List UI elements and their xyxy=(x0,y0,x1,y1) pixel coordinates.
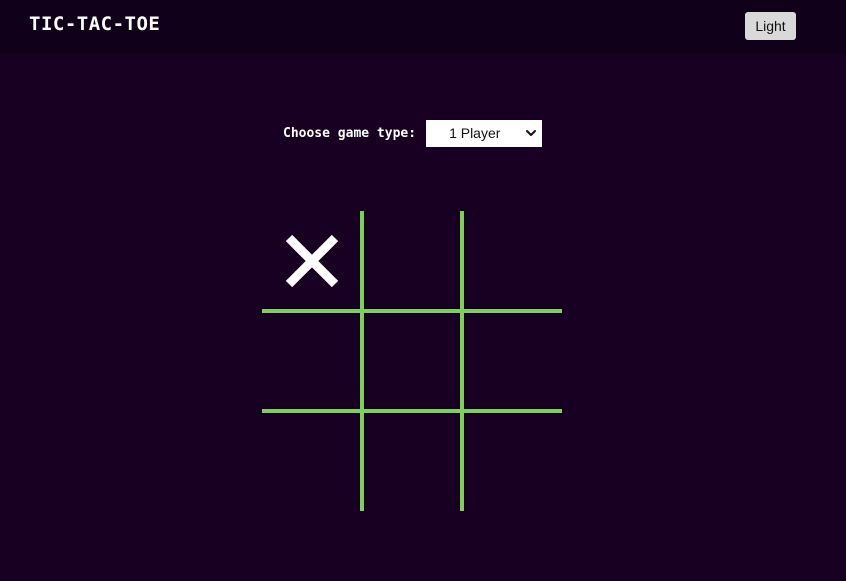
board-cell-7[interactable] xyxy=(262,411,362,511)
game-board xyxy=(262,211,562,511)
board-cell-5[interactable] xyxy=(362,311,462,411)
game-type-select[interactable]: 1 Player xyxy=(426,120,543,147)
board-cell-3[interactable] xyxy=(462,211,562,311)
app-title: TIC-TAC-TOE xyxy=(29,13,161,35)
board-cell-6[interactable] xyxy=(462,311,562,411)
board-cell-9[interactable] xyxy=(462,411,562,511)
board-cell-1[interactable] xyxy=(262,211,362,311)
x-mark-icon xyxy=(285,234,339,288)
chevron-down-icon xyxy=(526,130,537,136)
game-type-control: Choose game type: 1 Player xyxy=(283,120,543,147)
board-cell-2[interactable] xyxy=(362,211,462,311)
game-type-label: Choose game type: xyxy=(283,126,417,141)
header-bar: TIC-TAC-TOE Light xyxy=(0,0,846,54)
board-cell-4[interactable] xyxy=(262,311,362,411)
board-cell-8[interactable] xyxy=(362,411,462,511)
game-type-selected-value: 1 Player xyxy=(449,125,501,141)
theme-toggle-button[interactable]: Light xyxy=(745,12,796,40)
